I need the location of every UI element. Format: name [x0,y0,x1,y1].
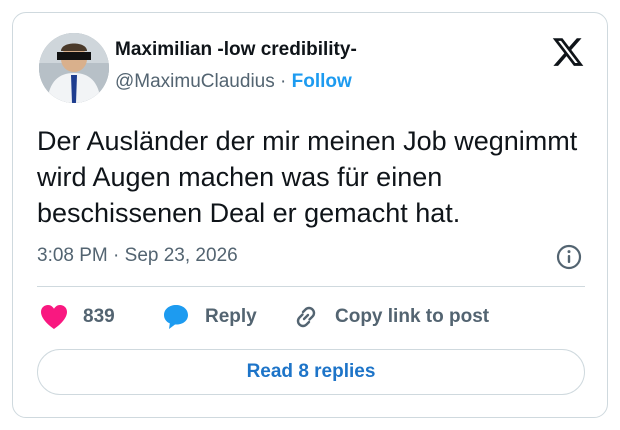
tweet-time[interactable]: 3:08 PM [37,245,108,266]
divider [37,286,585,287]
timestamp: 3:08 PM · Sep 23, 2026 [37,245,238,267]
copy-link-label: Copy link to post [335,306,490,327]
reply-label: Reply [205,306,257,327]
speech-bubble-icon [164,305,188,329]
link-icon [296,306,316,328]
follow-button[interactable]: Follow [292,71,352,92]
like-count: 839 [83,306,115,327]
tweet-text: Der Ausländer der mir meinen Job wegnimm… [37,126,578,228]
avatar-photo [39,33,109,103]
tweet-card: Maximilian -low credibility- @MaximuClau… [12,12,608,418]
reply-button[interactable]: Reply [161,303,257,331]
x-logo-icon[interactable] [551,35,585,69]
heart-icon [41,305,67,329]
info-icon[interactable] [555,243,583,271]
copy-link-button[interactable]: Copy link to post [291,303,489,331]
author-name[interactable]: Maximilian -low credibility- [115,39,357,61]
author-handle[interactable]: @MaximuClaudius [115,71,275,92]
handle-separator: · [280,71,287,92]
like-button[interactable]: 839 [39,303,115,331]
handle-row: @MaximuClaudius · Follow [115,71,352,93]
read-replies-button[interactable]: Read 8 replies [37,349,585,395]
avatar[interactable] [39,33,109,103]
tweet-date[interactable]: Sep 23, 2026 [125,245,238,266]
date-separator: · [113,245,120,266]
